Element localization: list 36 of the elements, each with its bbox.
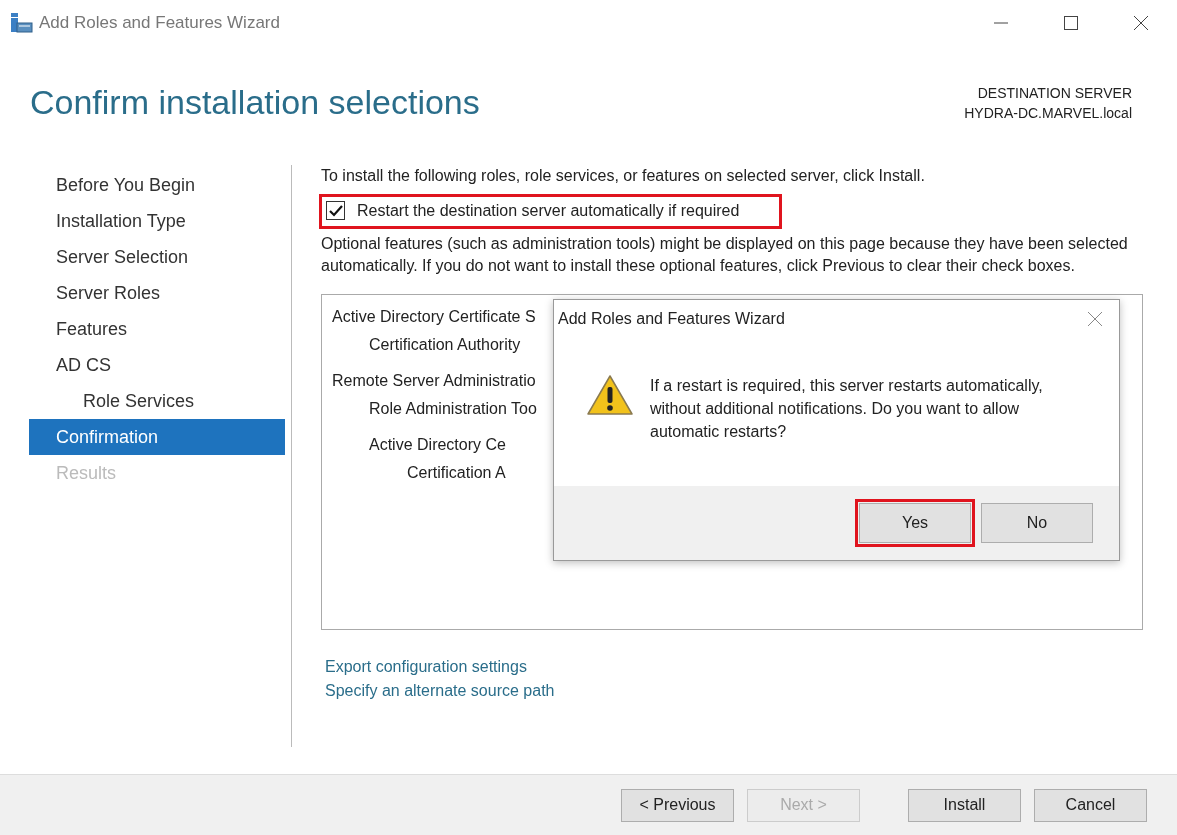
page-title: Confirm installation selections (30, 83, 480, 123)
nav-step[interactable]: Before You Begin (29, 167, 285, 203)
selection-item: Active Directory Certificate S (332, 307, 536, 327)
server-icon (11, 12, 33, 33)
dialog-title: Add Roles and Features Wizard (558, 310, 785, 328)
wizard-button[interactable]: Cancel (1034, 788, 1147, 822)
wizard-button[interactable]: < Previous (621, 788, 734, 822)
checkbox[interactable] (326, 201, 345, 220)
nav-step[interactable]: Installation Type (29, 203, 285, 239)
destination-server: HYDRA-DC.MARVEL.local (964, 104, 1132, 123)
nav-step[interactable]: Features (29, 311, 285, 347)
nav-step[interactable]: Role Services (29, 383, 285, 419)
nav-step[interactable]: Server Selection (29, 239, 285, 275)
link[interactable]: Export configuration settings (325, 655, 527, 679)
link[interactable]: Specify an alternate source path (325, 679, 555, 703)
nav-step[interactable]: AD CS (29, 347, 285, 383)
selection-item: Active Directory Ce (368, 435, 506, 455)
selection-item: Certification A (406, 463, 506, 483)
nav-step: Results (29, 455, 285, 491)
dialog-message: If a restart is required, this server restarts automatically, without additional notifications. Do you want to allow automatic restarts? (650, 376, 1044, 442)
close-icon[interactable] (1133, 14, 1149, 31)
selection-item: Remote Server Administratio (332, 371, 536, 391)
note-text: Optional features (such as administration tools) might be displayed on this page because they have been selected automatically. If you do not want to install these optional features, click Previous to clear their check boxes. (321, 234, 1129, 276)
wizard-button[interactable]: Install (908, 788, 1021, 822)
destination-label: DESTINATION SERVER (977, 84, 1132, 103)
maximize-icon[interactable] (1063, 14, 1079, 31)
dialog-button[interactable]: Yes (859, 503, 971, 543)
instruction-text: To install the following roles, role services, or features on selected server, click Install. (321, 166, 926, 185)
dialog-button[interactable]: No (981, 503, 1093, 543)
window-title: Add Roles and Features Wizard (39, 12, 281, 33)
selection-item: Role Administration Too (368, 399, 537, 419)
warning-icon (586, 374, 634, 416)
selection-item: Certification Authority (368, 335, 521, 355)
nav-step[interactable]: Server Roles (29, 275, 285, 311)
checkbox-label: Restart the destination server automatically if required (357, 201, 740, 220)
nav-step[interactable]: Confirmation (29, 419, 285, 455)
